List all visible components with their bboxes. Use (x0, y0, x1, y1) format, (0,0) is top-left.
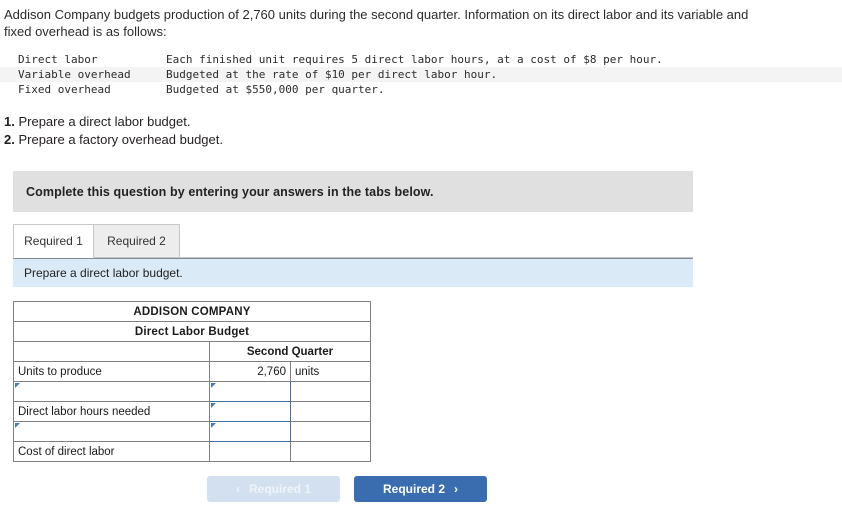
row-value-input-2[interactable] (209, 381, 291, 402)
prev-button-label: Required 1 (248, 482, 311, 496)
worksheet-header-second-quarter: Second Quarter (208, 341, 372, 362)
instruction-banner: Complete this question by entering your … (13, 171, 693, 212)
row-units-blank-5 (289, 441, 372, 462)
given-row-direct-labor: Direct labor Each finished unit requires… (18, 52, 663, 67)
requirements-list: 1. Prepare a direct labor budget. 2. Pre… (4, 113, 842, 149)
problem-statement: Addison Company budgets production of 2,… (4, 7, 749, 39)
worksheet-nav-bar: ‹ Required 1 Required 2 › (0, 476, 842, 502)
given-label: Fixed overhead (18, 83, 111, 96)
requirement-number: 2. (4, 132, 15, 147)
given-description: Budgeted at the rate of $10 per direct l… (166, 67, 663, 82)
row-value-input-4[interactable] (209, 421, 291, 442)
requirement-text: Prepare a factory overhead budget. (18, 132, 223, 147)
row-units-units-to-produce: units (289, 361, 372, 382)
worksheet-body: ADDISON COMPANY Direct Labor Budget Seco… (12, 301, 372, 462)
given-label: Variable overhead (18, 67, 166, 82)
requirement-item-2: 2. Prepare a factory overhead budget. (4, 131, 842, 149)
worksheet-title-row-company: ADDISON COMPANY (12, 301, 372, 322)
row-units-blank-3 (289, 401, 372, 422)
worksheet-column-header-row: Second Quarter (13, 341, 372, 362)
next-button-label: Required 2 (382, 482, 445, 496)
prompt-bar-text: Prepare a direct labor budget. (24, 266, 183, 280)
table-row: Direct labor hours needed (13, 401, 372, 422)
chevron-left-icon: ‹ (235, 482, 240, 496)
next-required-2-button[interactable]: Required 2 › (354, 476, 487, 502)
row-value-units-to-produce: 2,760 (209, 361, 291, 382)
row-label-direct-labor-hours-needed: Direct labor hours needed (13, 401, 210, 422)
worksheet-budget-title: Direct Labor Budget (12, 321, 372, 342)
table-row: Units to produce 2,760 units (13, 361, 372, 382)
given-data-table: Direct labor Each finished unit requires… (18, 52, 663, 97)
prompt-bar: Prepare a direct labor budget. (13, 258, 693, 287)
row-units-blank-2 (289, 381, 372, 402)
row-label-cost-of-direct-labor: Cost of direct labor (13, 441, 210, 462)
given-row-variable-overhead: Variable overhead Budgeted at the rate o… (18, 67, 663, 82)
row-value-cost-of-direct-labor[interactable] (209, 441, 291, 462)
worksheet-header-blank (13, 341, 210, 362)
chevron-right-icon: › (454, 482, 458, 496)
given-data-body: Direct labor Each finished unit requires… (18, 52, 663, 97)
table-row (13, 381, 372, 402)
given-description: Budgeted at $550,000 per quarter. (166, 83, 385, 96)
row-label-input-4[interactable] (13, 421, 210, 442)
table-row (13, 421, 372, 442)
table-row: Cost of direct labor (13, 441, 372, 462)
tab-strip: Required 1 Required 2 (13, 224, 693, 258)
tab-required-2[interactable]: Required 2 (93, 224, 180, 258)
worksheet-container: ADDISON COMPANY Direct Labor Budget Seco… (12, 301, 842, 462)
direct-labor-budget-table: ADDISON COMPANY Direct Labor Budget Seco… (12, 301, 372, 462)
worksheet-company-name: ADDISON COMPANY (12, 301, 372, 322)
requirement-item-1: 1. Prepare a direct labor budget. (4, 113, 842, 131)
requirement-text: Prepare a direct labor budget. (18, 114, 191, 129)
row-label-units-to-produce: Units to produce (13, 361, 210, 382)
requirement-number: 1. (4, 114, 15, 129)
prev-required-1-button[interactable]: ‹ Required 1 (207, 476, 340, 502)
row-value-input-3[interactable] (209, 401, 291, 422)
given-description: Each finished unit requires 5 direct lab… (166, 53, 663, 66)
row-units-blank-4 (289, 421, 372, 442)
tab-label: Required 2 (107, 234, 166, 248)
tab-required-1[interactable]: Required 1 (13, 224, 94, 258)
given-label: Direct labor (18, 53, 98, 66)
tab-label: Required 1 (24, 234, 83, 248)
row-label-input-2[interactable] (13, 381, 210, 402)
instruction-banner-text: Complete this question by entering your … (26, 184, 434, 199)
given-row-fixed-overhead: Fixed overhead Budgeted at $550,000 per … (18, 82, 663, 97)
worksheet-title-row-budget: Direct Labor Budget (12, 321, 372, 342)
